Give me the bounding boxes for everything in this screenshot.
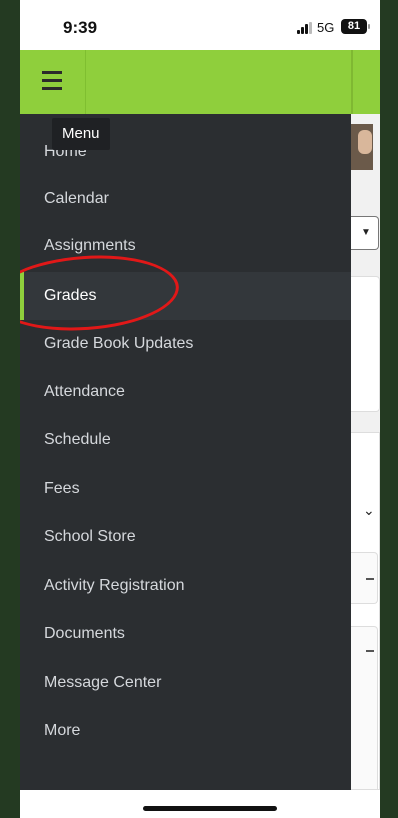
chevron-down-icon[interactable]: ⌄ — [363, 502, 375, 519]
menu-item-more[interactable]: More — [20, 707, 351, 755]
right-backdrop — [380, 0, 398, 818]
background-card — [351, 276, 380, 412]
battery-icon: 81 — [341, 19, 367, 34]
avatar-face — [358, 130, 372, 154]
hamburger-icon[interactable] — [20, 50, 86, 114]
left-backdrop — [0, 0, 20, 818]
dash-icon — [366, 650, 374, 652]
menu-item-school-store[interactable]: School Store — [20, 513, 351, 561]
home-bar-area — [20, 790, 380, 818]
menu-item-documents[interactable]: Documents — [20, 610, 351, 658]
menu-item-calendar[interactable]: Calendar — [20, 175, 351, 223]
phone-screen: 9:39 5G 81 ▼ ▼ ⌄ Home Calendar Assignmen… — [20, 0, 380, 818]
header-divider — [351, 50, 353, 114]
navigation-drawer: Home Calendar Assignments Grades Grade B… — [20, 114, 351, 790]
signal-icon — [297, 22, 317, 34]
menu-item-fees[interactable]: Fees — [20, 465, 351, 513]
battery-tip — [368, 24, 370, 29]
chevron-down-icon[interactable]: ▼ — [379, 140, 380, 151]
menu-item-attendance[interactable]: Attendance — [20, 368, 351, 416]
menu-item-message-center[interactable]: Message Center — [20, 659, 351, 707]
menu-item-activity-registration[interactable]: Activity Registration — [20, 562, 351, 610]
dash-icon — [366, 578, 374, 580]
menu-item-schedule[interactable]: Schedule — [20, 416, 351, 464]
select-arrow-icon: ▼ — [361, 227, 371, 238]
network-type: 5G — [317, 20, 335, 35]
home-indicator[interactable] — [143, 806, 277, 811]
status-bar: 9:39 5G 81 — [20, 0, 380, 50]
menu-tooltip: Menu — [52, 118, 110, 150]
status-time: 9:39 — [63, 18, 98, 37]
